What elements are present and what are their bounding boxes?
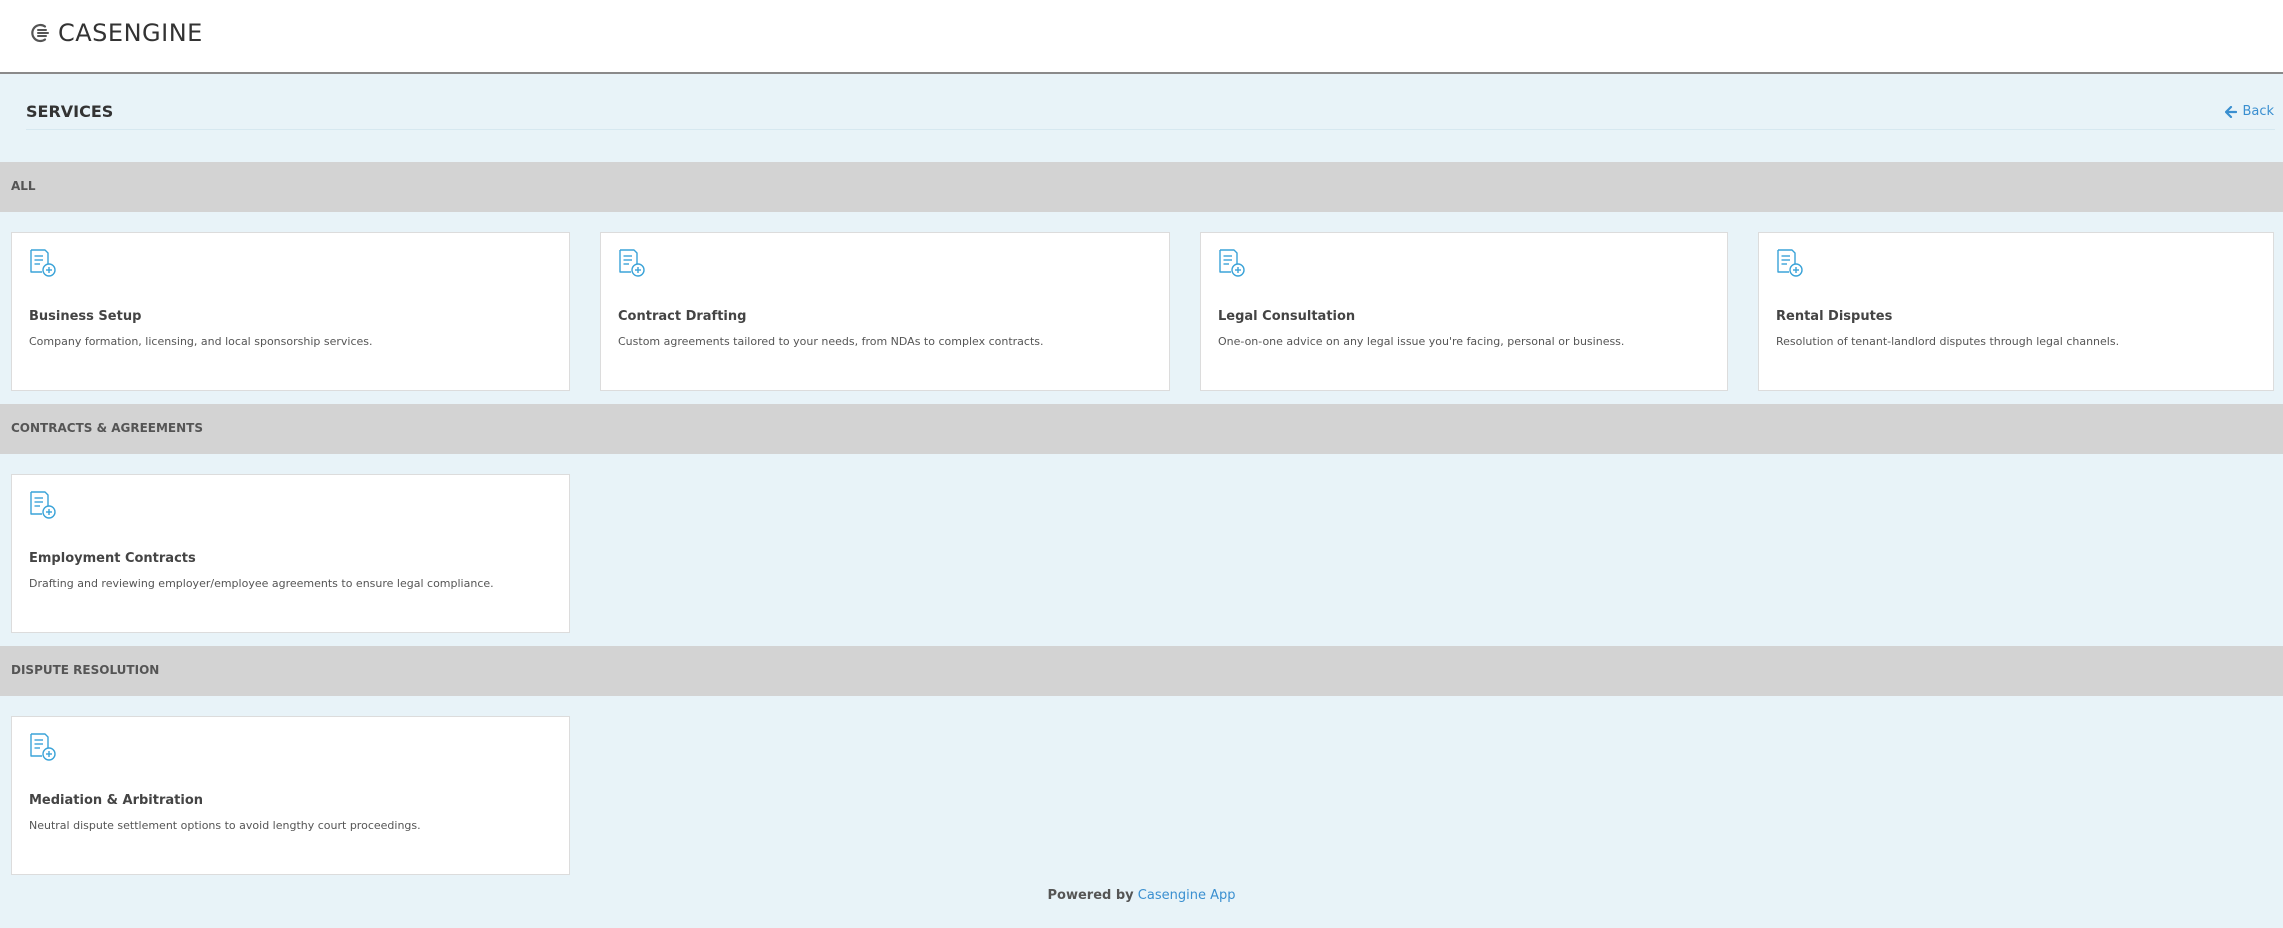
- service-card-legal-consultation[interactable]: Legal Consultation One-on-one advice on …: [1200, 232, 1728, 391]
- service-card-employment-contracts[interactable]: Employment Contracts Drafting and review…: [11, 474, 570, 633]
- card-title: Business Setup: [29, 309, 142, 324]
- service-card-rental-disputes[interactable]: Rental Disputes Resolution of tenant-lan…: [1758, 232, 2274, 391]
- document-add-icon: [1777, 249, 1803, 277]
- document-add-icon: [30, 491, 56, 519]
- service-card-mediation-arbitration[interactable]: Mediation & Arbitration Neutral dispute …: [11, 716, 570, 875]
- card-title: Rental Disputes: [1776, 309, 1893, 324]
- page-title: SERVICES: [26, 102, 114, 121]
- section-header-dispute-resolution: DISPUTE RESOLUTION: [0, 646, 2283, 696]
- document-add-icon: [30, 249, 56, 277]
- brand-name: CASENGINE: [58, 19, 203, 47]
- card-description: Custom agreements tailored to your needs…: [618, 335, 1044, 348]
- footer: Powered by Casengine App: [0, 888, 2283, 903]
- section-header-contracts: CONTRACTS & AGREEMENTS: [0, 404, 2283, 454]
- document-add-icon: [1219, 249, 1245, 277]
- footer-prefix: Powered by: [1047, 888, 1134, 903]
- card-description: Company formation, licensing, and local …: [29, 335, 373, 348]
- section-header-all: ALL: [0, 162, 2283, 212]
- card-title: Legal Consultation: [1218, 309, 1356, 324]
- service-card-contract-drafting[interactable]: Contract Drafting Custom agreements tail…: [600, 232, 1170, 391]
- document-add-icon: [619, 249, 645, 277]
- footer-link[interactable]: Casengine App: [1138, 888, 1236, 903]
- card-title: Employment Contracts: [29, 551, 196, 566]
- page-header: SERVICES Back: [26, 96, 2275, 130]
- card-description: Drafting and reviewing employer/employee…: [29, 577, 494, 590]
- service-card-business-setup[interactable]: Business Setup Company formation, licens…: [11, 232, 570, 391]
- card-title: Mediation & Arbitration: [29, 793, 204, 808]
- logo[interactable]: CASENGINE: [30, 16, 203, 50]
- document-add-icon: [30, 733, 56, 761]
- card-description: Neutral dispute settlement options to av…: [29, 819, 421, 832]
- section-label: ALL: [11, 179, 36, 193]
- section-label: DISPUTE RESOLUTION: [11, 663, 160, 677]
- top-bar: CASENGINE: [0, 0, 2283, 74]
- back-button[interactable]: Back: [2225, 104, 2274, 119]
- section-label: CONTRACTS & AGREEMENTS: [11, 421, 203, 435]
- casengine-logo-icon: [31, 23, 49, 43]
- card-description: One-on-one advice on any legal issue you…: [1218, 335, 1625, 348]
- back-label: Back: [2242, 104, 2274, 119]
- arrow-left-icon: [2225, 105, 2238, 118]
- card-description: Resolution of tenant-landlord disputes t…: [1776, 335, 2120, 348]
- card-title: Contract Drafting: [618, 309, 747, 324]
